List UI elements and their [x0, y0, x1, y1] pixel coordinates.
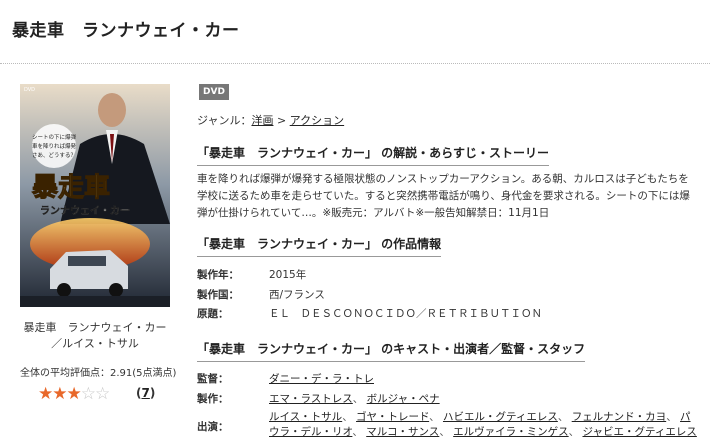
original-title-value: ＥＬ ＤＥＳＣＯＮＯＣＩＤＯ／ＲＥＴＲＩＢＵＴＩＯＮ: [269, 308, 542, 320]
review-count: (7): [136, 386, 156, 400]
cast-link[interactable]: ハビエル・グティエレス: [443, 411, 558, 423]
review-count-link[interactable]: 7: [141, 386, 149, 400]
genre-link-foreign-film[interactable]: 洋画: [251, 114, 273, 127]
country-value: 西/フランス: [269, 289, 325, 301]
cast-link[interactable]: エルヴァイラ・ミンゲス: [453, 426, 569, 438]
genre-label: ジャンル：: [197, 114, 252, 127]
genre-breadcrumb: ジャンル：洋画 > アクション: [197, 112, 344, 128]
format-badge: DVD: [199, 84, 229, 100]
header-divider: [0, 63, 710, 64]
product-caption: 暴走車 ランナウェイ・カー／ルイス・トサル: [23, 321, 167, 350]
producer-label: 製作：: [197, 393, 229, 405]
rating-stars: ★★★☆☆: [38, 384, 110, 404]
synopsis-text: 車を降りれば爆弾が爆発する極限状態のノンストップカーアクション。ある朝、カルロス…: [197, 173, 690, 219]
original-title-label: 原題：: [197, 308, 229, 320]
cast-link[interactable]: フェルナンド・カヨ: [572, 411, 667, 423]
dvd-cover-image[interactable]: シートの下に爆弾 車を降りれば爆発 さあ、どうする？ 暴走車 ランナウェイ・カー…: [20, 84, 170, 307]
poster-title: 暴走車: [32, 173, 110, 203]
genre-separator: >: [273, 114, 290, 127]
average-rating-text: 全体の平均評価点：2.91(5点満点): [20, 368, 177, 379]
page-title: 暴走車 ランナウェイ・カー: [12, 21, 240, 41]
star-full-icon: ★: [38, 384, 53, 404]
producer-link[interactable]: エマ・ラストレス: [269, 393, 353, 405]
star-full-icon: ★: [52, 384, 67, 404]
poster-tagline-1: シートの下に爆弾: [32, 133, 77, 141]
work-info-heading: 「暴走車 ランナウェイ・カー」 の作品情報: [197, 235, 442, 257]
year-value: 2015年: [269, 269, 307, 281]
poster-tagline-3: さあ、どうする？: [32, 151, 76, 159]
cast-list: ルイス・トサル、 ゴヤ・トレード、 ハビエル・グティエレス、 フェルナンド・カヨ…: [269, 411, 697, 438]
cast-label: 出演：: [197, 421, 229, 433]
producer-link[interactable]: ボルジャ・ペナ: [367, 393, 440, 405]
star-full-icon: ★: [66, 384, 82, 404]
poster-tagline-2: 車を降りれば爆発: [32, 142, 77, 150]
year-label: 製作年：: [197, 269, 239, 281]
country-label: 製作国：: [197, 289, 239, 301]
director-label: 監督：: [197, 373, 229, 385]
cast-link[interactable]: マルコ・サンス: [366, 426, 439, 438]
genre-link-action[interactable]: アクション: [290, 114, 344, 127]
cast-heading: 「暴走車 ランナウェイ・カー」 のキャスト・出演者／監督・スタッフ: [197, 340, 586, 362]
poster-subtitle: ランナウェイ・カー: [40, 205, 130, 217]
cast-link[interactable]: ゴヤ・トレード: [356, 411, 429, 423]
star-empty-icon: ☆: [95, 384, 110, 404]
star-empty-icon: ☆: [80, 384, 96, 404]
synopsis-heading: 「暴走車 ランナウェイ・カー」 の解説・あらすじ・ストーリー: [197, 144, 549, 166]
poster-dvd-mark: DVD: [24, 87, 35, 93]
cast-link[interactable]: ジャビエ・グティエレス: [583, 426, 697, 438]
director-link[interactable]: ダニー・デ・ラ・トレ: [269, 373, 374, 385]
cast-link[interactable]: ルイス・トサル: [269, 411, 342, 423]
